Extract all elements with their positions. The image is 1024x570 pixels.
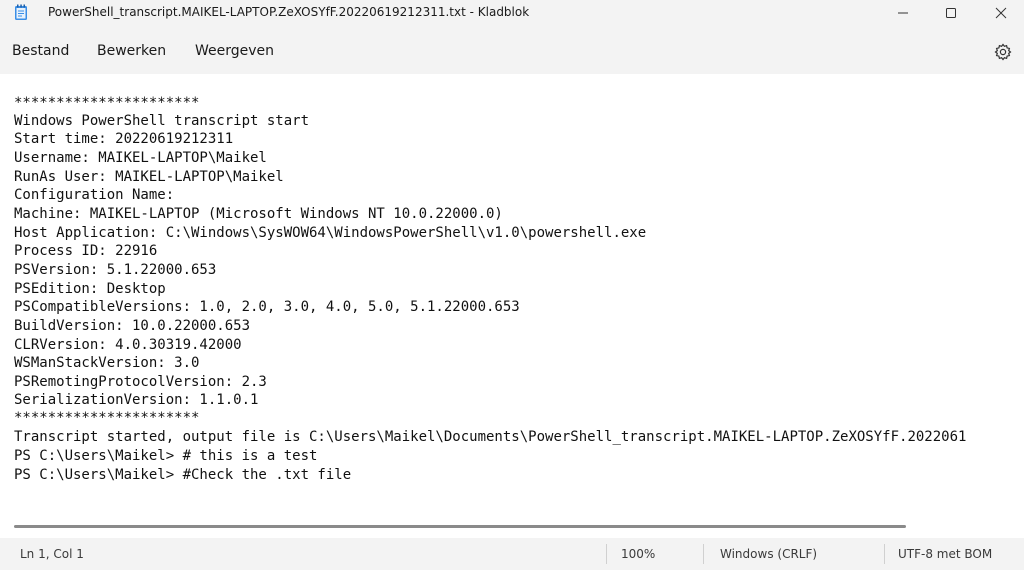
menu-bewerken[interactable]: Bewerken xyxy=(97,43,166,59)
horizontal-scrollbar[interactable] xyxy=(14,525,906,528)
editor-line: PS C:\Users\Maikel> #Check the .txt file xyxy=(14,467,352,483)
zoom-level: 100% xyxy=(621,547,656,561)
menu-bar: Bestand Bewerken Weergeven xyxy=(0,26,1024,74)
notepad-icon xyxy=(14,4,28,21)
editor-line: CLRVersion: 4.0.30319.42000 xyxy=(14,337,242,353)
editor-line: Configuration Name: xyxy=(14,187,183,203)
status-divider xyxy=(703,544,704,564)
line-ending: Windows (CRLF) xyxy=(720,547,818,561)
minimize-icon xyxy=(897,7,909,19)
minimize-button[interactable] xyxy=(880,0,926,26)
encoding: UTF-8 met BOM xyxy=(898,547,993,561)
editor-line: PSCompatibleVersions: 1.0, 2.0, 3.0, 4.0… xyxy=(14,299,520,315)
editor-line: Transcript started, output file is C:\Us… xyxy=(14,429,967,445)
gear-icon[interactable] xyxy=(994,43,1012,61)
editor-line: WSManStackVersion: 3.0 xyxy=(14,355,200,371)
menu-weergeven[interactable]: Weergeven xyxy=(195,43,274,59)
text-editor[interactable]: ********************** Windows PowerShel… xyxy=(0,74,1024,538)
editor-line: PSRemotingProtocolVersion: 2.3 xyxy=(14,374,267,390)
window-title: PowerShell_transcript.MAIKEL-LAPTOP.ZeXO… xyxy=(48,5,530,19)
menu-bestand[interactable]: Bestand xyxy=(12,43,69,59)
editor-line: Windows PowerShell transcript start xyxy=(14,113,310,129)
editor-line: Machine: MAIKEL-LAPTOP (Microsoft Window… xyxy=(14,206,503,222)
editor-line: ********************** xyxy=(14,410,200,426)
editor-line: Host Application: C:\Windows\SysWOW64\Wi… xyxy=(14,225,647,241)
title-bar: PowerShell_transcript.MAIKEL-LAPTOP.ZeXO… xyxy=(0,0,1024,26)
editor-line: Start time: 20220619212311 xyxy=(14,131,234,147)
editor-line: ********************** xyxy=(14,95,200,111)
editor-line: RunAs User: MAIKEL-LAPTOP\Maikel xyxy=(14,169,284,185)
editor-line: PS C:\Users\Maikel> # this is a test xyxy=(14,448,318,464)
close-button[interactable] xyxy=(978,0,1024,26)
maximize-button[interactable] xyxy=(928,0,974,26)
editor-line: PSVersion: 5.1.22000.653 xyxy=(14,262,217,278)
editor-line: PSEdition: Desktop xyxy=(14,281,166,297)
status-bar: Ln 1, Col 1 100% Windows (CRLF) UTF-8 me… xyxy=(0,538,1024,570)
editor-line: Username: MAIKEL-LAPTOP\Maikel xyxy=(14,150,267,166)
editor-line: SerializationVersion: 1.1.0.1 xyxy=(14,392,259,408)
editor-line: BuildVersion: 10.0.22000.653 xyxy=(14,318,251,334)
status-divider xyxy=(884,544,885,564)
editor-line: Process ID: 22916 xyxy=(14,243,158,259)
close-icon xyxy=(995,7,1007,19)
cursor-position: Ln 1, Col 1 xyxy=(20,547,84,561)
maximize-icon xyxy=(945,7,957,19)
status-divider xyxy=(606,544,607,564)
